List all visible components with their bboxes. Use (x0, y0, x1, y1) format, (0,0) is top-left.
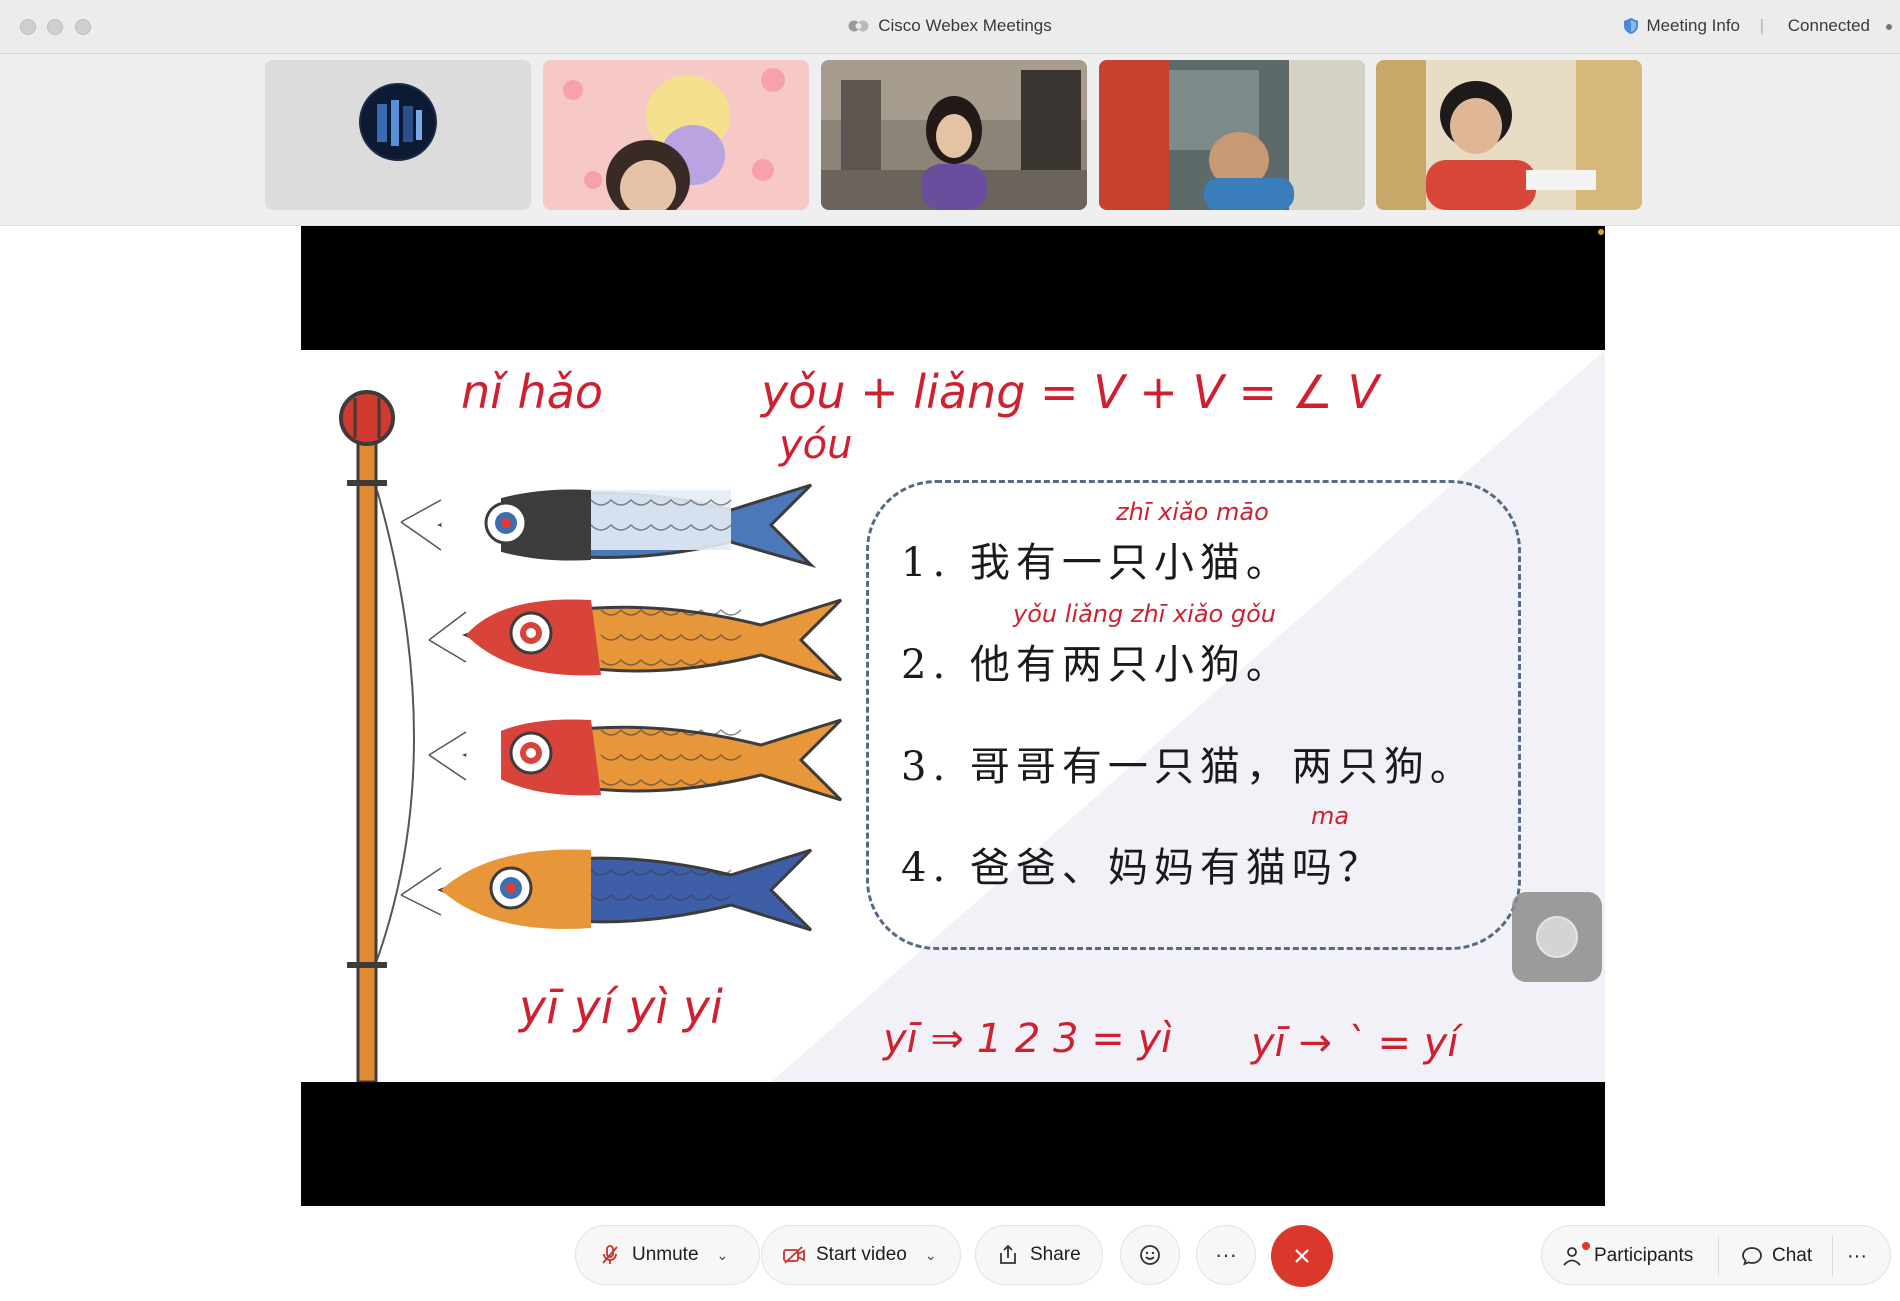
participant-tile-2[interactable] (543, 60, 809, 210)
chat-icon (1742, 1247, 1762, 1266)
annotation-yi-rule-1: yī ⇒ 1 2 3 = yì (883, 1016, 1173, 1062)
divider (1832, 1236, 1833, 1276)
overflow-menu-button[interactable]: ··· (1847, 1226, 1867, 1286)
close-icon (1295, 1249, 1309, 1263)
participants-button[interactable]: Participants (1562, 1226, 1693, 1286)
chevron-down-icon[interactable]: ⌄ (925, 1247, 937, 1264)
chevron-down-icon[interactable]: ⌄ (717, 1247, 729, 1264)
participant-video-strip (0, 54, 1900, 226)
more-dots-icon: ··· (1847, 1244, 1867, 1267)
shared-content-area: 1. 我有一只小猫。 2. 他有两只小狗。 3. 哥哥有一只猫，两只狗。 4. … (0, 226, 1900, 1206)
participant-tile-5[interactable] (1376, 60, 1642, 210)
unmute-button[interactable]: Unmute ⌄ (575, 1225, 760, 1285)
sentence-3: 3. 哥哥有一只猫，两只狗。 (901, 744, 1476, 790)
emoji-icon (1140, 1245, 1160, 1265)
participants-label: Participants (1594, 1245, 1694, 1266)
annotation-ni-hao: nǐ hǎo (461, 365, 604, 419)
video-feed-icon (543, 60, 809, 210)
share-button[interactable]: Share (975, 1225, 1103, 1285)
window-title: Cisco Webex Meetings (0, 16, 1900, 36)
floating-control-button[interactable] (1512, 892, 1602, 982)
annotation-yi-rule-2: yī → ` = yí (1251, 1020, 1459, 1066)
chat-label: Chat (1772, 1245, 1813, 1266)
meeting-info-label: Meeting Info (1646, 16, 1740, 35)
share-label: Share (1030, 1244, 1081, 1265)
video-off-icon (783, 1246, 805, 1264)
start-video-button[interactable]: Start video ⌄ (761, 1225, 961, 1285)
microphone-muted-icon (602, 1245, 618, 1264)
annotation-you-liang: yǒu + liǎng = V + V = ∠ V (761, 365, 1380, 419)
reactions-button[interactable] (1120, 1225, 1180, 1285)
sentence-1: 1. 我有一只小猫。 (901, 540, 1292, 586)
video-feed-icon (1376, 60, 1642, 210)
window-title-text: Cisco Webex Meetings (878, 16, 1052, 35)
floating-control-icon (1536, 916, 1578, 958)
avatar (265, 60, 531, 210)
lesson-slide: 1. 我有一只小猫。 2. 他有两只小狗。 3. 哥哥有一只猫，两只狗。 4. … (301, 350, 1605, 1082)
connection-status: Connected (1787, 16, 1870, 35)
video-feed-icon (821, 60, 1087, 210)
divider (1718, 1236, 1719, 1276)
annotation-yi-tones: yī yí yì yi (519, 980, 723, 1034)
share-icon (1000, 1244, 1016, 1264)
annotation-you-liang-zhi: yǒu liǎng zhī xiǎo gǒu (1013, 600, 1276, 628)
shield-icon (1624, 18, 1639, 34)
video-feed-icon (1099, 60, 1365, 210)
meeting-toolbar: Unmute ⌄ Start video ⌄ Share ··· Partici… (0, 1206, 1900, 1301)
webex-logo-icon (848, 20, 869, 32)
more-options-button[interactable]: ··· (1196, 1225, 1256, 1285)
participant-tile-avatar[interactable] (265, 60, 531, 210)
panel-controls: Participants Chat ··· (1541, 1225, 1891, 1285)
leave-meeting-button[interactable] (1271, 1225, 1333, 1287)
sentence-4: 4. 爸爸、妈妈有猫吗？ (901, 845, 1384, 891)
annotation-you: yóu (779, 422, 853, 468)
unmute-label: Unmute (632, 1244, 699, 1265)
title-bar: Cisco Webex Meetings Meeting Info | Conn… (0, 0, 1900, 54)
more-dots-icon: ··· (1215, 1242, 1237, 1267)
meeting-info-button[interactable]: Meeting Info (1624, 16, 1740, 36)
chat-button[interactable]: Chat (1740, 1226, 1812, 1286)
share-indicator-dot (1598, 229, 1604, 235)
start-video-label: Start video (816, 1244, 907, 1265)
sentence-2: 2. 他有两只小狗。 (901, 642, 1292, 688)
annotation-zhi-xiao-mao: zhī xiǎo māo (1116, 498, 1269, 526)
titlebar-separator: | (1759, 16, 1764, 35)
notification-dot (1582, 1242, 1590, 1250)
annotation-ma: ma (1311, 802, 1350, 830)
participant-tile-4[interactable] (1099, 60, 1365, 210)
participant-tile-3[interactable] (821, 60, 1087, 210)
status-dot (1886, 24, 1892, 30)
